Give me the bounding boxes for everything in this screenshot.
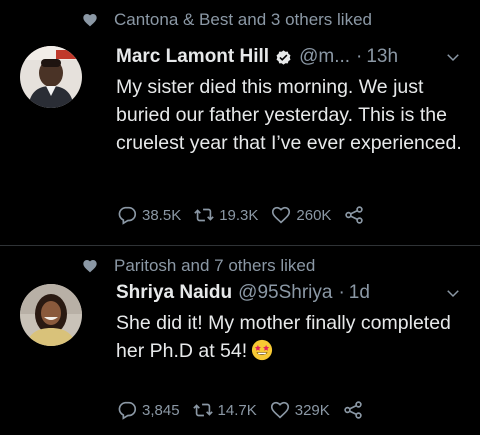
tweet-body: Marc Lamont Hill @m... · 13h My sister d… bbox=[116, 42, 464, 157]
heart-outline-icon bbox=[272, 206, 291, 224]
reply-count: 3,845 bbox=[142, 401, 180, 419]
retweet-icon bbox=[192, 403, 213, 417]
timestamp[interactable]: 1d bbox=[349, 282, 370, 304]
retweet-button[interactable]: 19.3K bbox=[193, 204, 258, 226]
avatar[interactable] bbox=[20, 46, 82, 108]
author-handle[interactable]: @95Shriya bbox=[238, 282, 332, 304]
avatar[interactable] bbox=[20, 284, 82, 346]
heart-outline-icon bbox=[270, 401, 289, 419]
reply-icon bbox=[118, 401, 137, 420]
like-count: 329K bbox=[294, 401, 330, 419]
reply-button[interactable]: 3,845 bbox=[116, 399, 180, 421]
separator-dot: · bbox=[356, 46, 363, 67]
heart-icon bbox=[83, 14, 97, 27]
tweet-header: Marc Lamont Hill @m... · 13h bbox=[116, 42, 464, 72]
tweet-actions: 3,845 14.7K 329K bbox=[116, 399, 380, 421]
star-struck-emoji-icon bbox=[252, 339, 273, 361]
separator-dot: · bbox=[338, 282, 345, 303]
verified-badge-icon bbox=[276, 49, 291, 65]
social-context-text: Cantona & Best and 3 others liked bbox=[114, 10, 372, 29]
timeline-feed: Cantona & Best and 3 others liked Marc L… bbox=[0, 0, 480, 435]
like-button[interactable]: 260K bbox=[270, 204, 331, 226]
tweet-text: She did it! My mother finally completed … bbox=[116, 309, 464, 365]
timestamp[interactable]: 13h bbox=[366, 46, 398, 68]
author-handle[interactable]: @m... bbox=[299, 46, 350, 68]
avatar-image bbox=[20, 46, 82, 108]
avatar-image bbox=[20, 284, 82, 346]
retweet-count: 19.3K bbox=[219, 206, 259, 224]
tweet[interactable]: Cantona & Best and 3 others liked Marc L… bbox=[0, 0, 480, 246]
social-context-text: Paritosh and 7 others liked bbox=[114, 256, 316, 275]
tweet-header: Shriya Naidu @95Shriya · 1d bbox=[116, 278, 464, 308]
like-button[interactable]: 329K bbox=[269, 399, 330, 421]
tweet-actions: 38.5K 19.3K 260K bbox=[116, 204, 381, 226]
reply-button[interactable]: 38.5K bbox=[116, 204, 181, 226]
author-name[interactable]: Marc Lamont Hill bbox=[116, 46, 269, 68]
chevron-down-icon[interactable] bbox=[444, 48, 462, 66]
retweet-button[interactable]: 14.7K bbox=[192, 399, 257, 421]
tweet-body: Shriya Naidu @95Shriya · 1d She did it! … bbox=[116, 278, 464, 365]
tweet-text: My sister died this morning. We just bur… bbox=[116, 76, 462, 154]
author-name[interactable]: Shriya Naidu bbox=[116, 282, 232, 304]
like-count: 260K bbox=[296, 206, 332, 224]
share-button[interactable] bbox=[343, 204, 369, 226]
share-icon bbox=[345, 206, 364, 224]
heart-icon bbox=[83, 260, 97, 273]
share-button[interactable] bbox=[342, 399, 368, 421]
share-icon bbox=[344, 401, 362, 419]
retweet-count: 14.7K bbox=[217, 401, 257, 419]
social-context[interactable]: Cantona & Best and 3 others liked bbox=[82, 10, 372, 30]
reply-count: 38.5K bbox=[142, 206, 182, 224]
tweet[interactable]: Paritosh and 7 others liked Shriya Naidu… bbox=[0, 246, 480, 435]
reply-icon bbox=[118, 206, 137, 225]
social-context[interactable]: Paritosh and 7 others liked bbox=[82, 256, 315, 276]
chevron-down-icon[interactable] bbox=[444, 284, 462, 302]
retweet-icon bbox=[194, 208, 214, 222]
tweet-text-content: She did it! My mother finally completed … bbox=[116, 312, 451, 362]
